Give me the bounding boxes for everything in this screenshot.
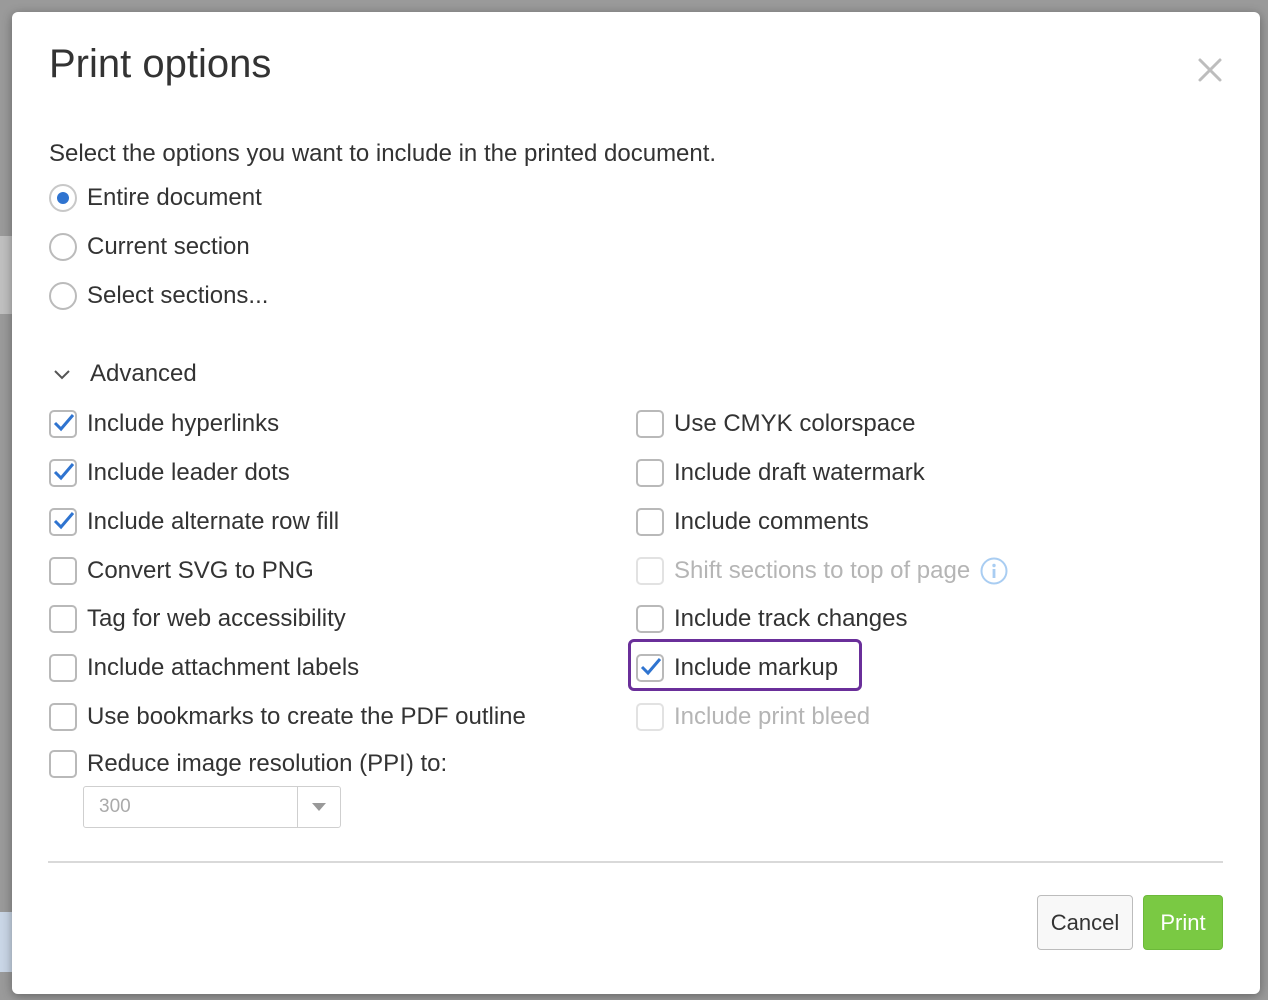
background-panel [0, 912, 12, 972]
checkbox-include-comments[interactable]: Include comments [636, 508, 869, 536]
checkbox-include-hyperlinks[interactable]: Include hyperlinks [49, 410, 279, 438]
checkbox-label: Convert SVG to PNG [87, 557, 314, 584]
advanced-toggle[interactable]: Advanced [52, 360, 197, 388]
cancel-button[interactable]: Cancel [1037, 895, 1133, 950]
checkbox-label: Include alternate row fill [87, 508, 340, 535]
checkbox-checked-icon[interactable] [49, 459, 77, 487]
background-panel [0, 236, 12, 314]
close-icon[interactable] [1192, 52, 1228, 88]
checkbox-label: Use bookmarks to create the PDF outline [87, 703, 526, 730]
checkbox-label: Tag for web accessibility [87, 605, 346, 632]
radio-entire-document[interactable]: Entire document [49, 184, 262, 212]
checkbox-icon[interactable] [49, 703, 77, 731]
checkbox-shift-sections-top-of-page: Shift sections to top of page [636, 557, 1008, 585]
checkbox-include-draft-watermark[interactable]: Include draft watermark [636, 459, 925, 487]
radio-label: Current section [87, 233, 250, 260]
radio-selected-icon[interactable] [49, 184, 77, 212]
checkbox-label: Include leader dots [87, 459, 290, 486]
print-options-dialog: Print options Select the options you wan… [12, 12, 1260, 994]
checkbox-label: Include print bleed [674, 703, 871, 730]
checkbox-icon[interactable] [49, 557, 77, 585]
checkbox-icon[interactable] [636, 459, 664, 487]
checkbox-icon[interactable] [636, 410, 664, 438]
chevron-down-icon [54, 370, 70, 380]
checkbox-label: Shift sections to top of page [674, 557, 971, 584]
checkbox-label: Use CMYK colorspace [674, 410, 916, 437]
checkbox-icon[interactable] [636, 605, 664, 633]
radio-current-section[interactable]: Current section [49, 233, 250, 261]
checkbox-tag-for-web-accessibility[interactable]: Tag for web accessibility [49, 605, 346, 633]
checkbox-include-alternate-row-fill[interactable]: Include alternate row fill [49, 508, 339, 536]
advanced-label: Advanced [90, 360, 197, 387]
checkbox-icon[interactable] [49, 605, 77, 633]
checkbox-label: Include comments [674, 508, 869, 535]
checkbox-disabled-icon [636, 703, 664, 731]
checkbox-convert-svg-to-png[interactable]: Convert SVG to PNG [49, 557, 314, 585]
dialog-title: Print options [49, 42, 272, 86]
checkbox-icon[interactable] [49, 750, 77, 778]
radio-select-sections[interactable]: Select sections... [49, 282, 268, 310]
checkbox-checked-icon[interactable] [49, 410, 77, 438]
checkbox-use-cmyk-colorspace[interactable]: Use CMYK colorspace [636, 410, 915, 438]
checkbox-checked-icon[interactable] [49, 508, 77, 536]
highlight-box [628, 639, 862, 691]
radio-label: Select sections... [87, 282, 269, 309]
dialog-description: Select the options you want to include i… [49, 140, 717, 167]
checkbox-label: Include draft watermark [674, 459, 925, 486]
checkbox-include-print-bleed: Include print bleed [636, 703, 870, 731]
radio-icon[interactable] [49, 282, 77, 310]
checkbox-label: Include hyperlinks [87, 410, 280, 437]
checkbox-reduce-image-resolution[interactable]: Reduce image resolution (PPI) to: [49, 750, 447, 778]
print-button[interactable]: Print [1143, 895, 1223, 950]
ppi-select-value: 300 [99, 796, 131, 817]
footer-divider [48, 861, 1223, 863]
ppi-select[interactable]: 300 [83, 786, 341, 828]
radio-label: Entire document [87, 184, 262, 211]
checkbox-icon[interactable] [49, 654, 77, 682]
checkbox-include-leader-dots[interactable]: Include leader dots [49, 459, 290, 487]
checkbox-include-track-changes[interactable]: Include track changes [636, 605, 907, 633]
radio-icon[interactable] [49, 233, 77, 261]
checkbox-use-bookmarks-pdf-outline[interactable]: Use bookmarks to create the PDF outline [49, 703, 526, 731]
checkbox-label: Include track changes [674, 605, 908, 632]
checkbox-disabled-icon [636, 557, 664, 585]
checkbox-label: Reduce image resolution (PPI) to: [87, 750, 448, 777]
checkbox-icon[interactable] [636, 508, 664, 536]
dropdown-arrow-icon[interactable] [297, 787, 340, 827]
checkbox-label: Include attachment labels [87, 654, 360, 681]
info-icon[interactable] [980, 557, 1008, 585]
checkbox-include-attachment-labels[interactable]: Include attachment labels [49, 654, 359, 682]
